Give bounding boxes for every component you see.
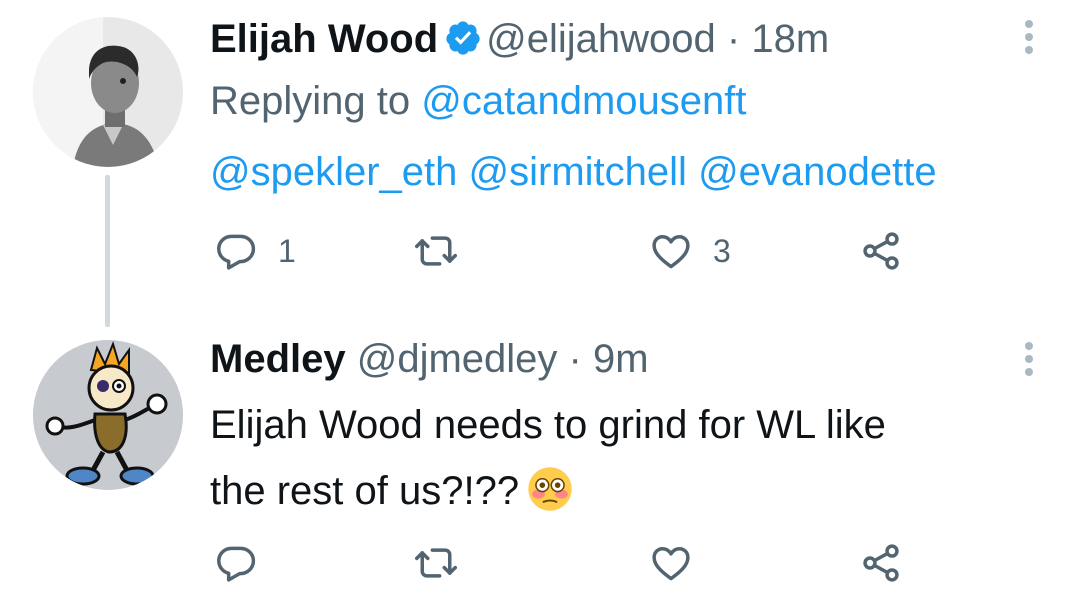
share-button[interactable]: [859, 228, 903, 274]
avatar[interactable]: [33, 17, 183, 167]
display-name[interactable]: Elijah Wood: [210, 17, 438, 61]
like-button[interactable]: 3: [649, 228, 731, 274]
tweet-header: Elijah Wood @elijahwood · 18m: [210, 15, 829, 63]
separator: ·: [568, 337, 582, 381]
separator: ·: [726, 17, 741, 61]
timestamp[interactable]: 9m: [593, 337, 649, 381]
retweet-icon: [415, 236, 457, 266]
reply-icon: [217, 234, 256, 270]
user-handle[interactable]: @djmedley: [357, 337, 558, 381]
tweet-text: Elijah Wood needs to grind for WL like t…: [210, 392, 1030, 524]
tweet-text-line: the rest of us?!??: [210, 469, 520, 513]
tweet-actions: [214, 540, 914, 590]
retweet-icon: [415, 548, 457, 578]
tweet-actions: 1 3: [214, 228, 914, 278]
share-icon: [863, 544, 899, 582]
more-options-icon[interactable]: [1025, 342, 1033, 381]
avatar-photo: [33, 17, 183, 167]
mention-link[interactable]: @spekler_eth: [210, 150, 457, 194]
tweet[interactable]: Medley @djmedley · 9m Elijah Wood needs …: [0, 330, 1079, 607]
reply-icon: [217, 546, 256, 582]
mention-link[interactable]: @sirmitchell: [469, 150, 687, 194]
tweet-header: Medley @djmedley · 9m: [210, 335, 649, 383]
reply-button[interactable]: [214, 540, 278, 586]
like-button[interactable]: [649, 540, 713, 586]
display-name[interactable]: Medley: [210, 337, 346, 381]
share-button[interactable]: [859, 540, 903, 586]
retweet-button[interactable]: [414, 228, 478, 274]
more-options-icon[interactable]: [1025, 20, 1033, 59]
thread-connector: [105, 175, 110, 327]
tweet[interactable]: Elijah Wood @elijahwood · 18m Replying to…: [0, 0, 1079, 330]
timestamp[interactable]: 18m: [751, 17, 829, 61]
replying-label: Replying to: [210, 79, 411, 123]
user-handle[interactable]: @elijahwood: [486, 17, 716, 61]
heart-icon: [652, 546, 690, 581]
like-count: 3: [713, 232, 731, 269]
avatar-cartoon: [33, 340, 183, 490]
tweet-text-line: Elijah Wood needs to grind for WL like: [210, 403, 886, 447]
reply-button[interactable]: 1: [214, 228, 296, 274]
mention-link[interactable]: @catandmousenft: [421, 79, 746, 123]
replying-to-more: @spekler_eth @sirmitchell @evanodette: [210, 148, 937, 196]
retweet-button[interactable]: [414, 540, 478, 586]
replying-to: Replying to @catandmousenft: [210, 77, 746, 125]
reply-count: 1: [278, 232, 296, 269]
avatar[interactable]: [33, 340, 183, 490]
heart-icon: [652, 234, 690, 269]
verified-badge-icon: [446, 21, 480, 55]
share-icon: [863, 232, 899, 270]
mention-link[interactable]: @evanodette: [698, 150, 937, 194]
flushed-face-emoji-icon: [528, 467, 572, 511]
